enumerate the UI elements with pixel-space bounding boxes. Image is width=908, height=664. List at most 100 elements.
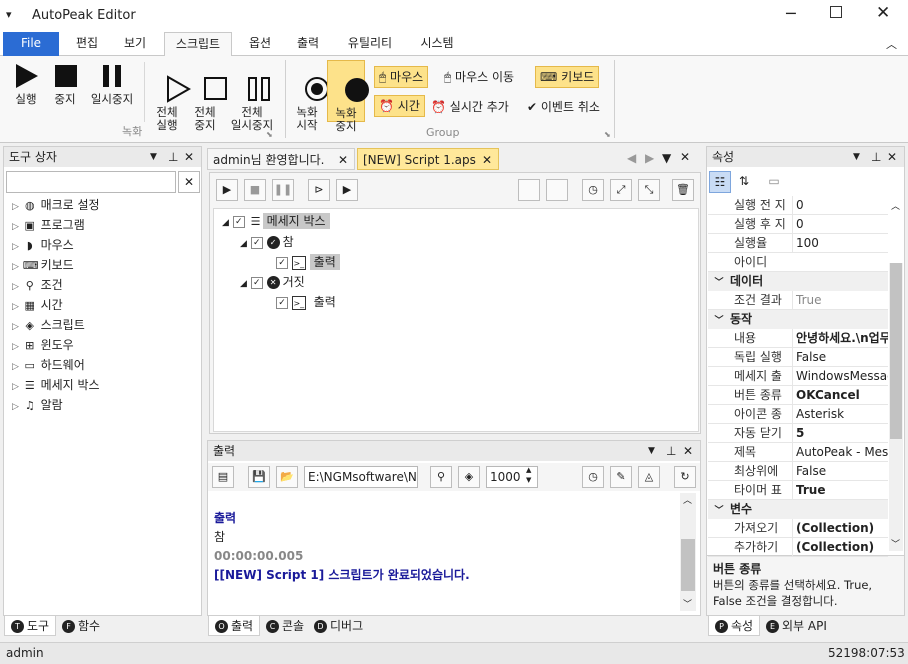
- maximize-button[interactable]: [830, 6, 842, 18]
- property-value[interactable]: WindowsMessage: [792, 367, 888, 386]
- tree-node-output-false[interactable]: ✓ >_ 출력: [276, 293, 340, 310]
- scroll-down-icon[interactable]: ﹀: [891, 537, 900, 550]
- refresh-button[interactable]: ↻: [674, 466, 696, 488]
- event-cancel-button[interactable]: ✔ 이벤트 취소: [527, 98, 600, 115]
- tab-options[interactable]: 옵션: [240, 32, 280, 56]
- close-icon[interactable]: ✕: [482, 149, 492, 171]
- minimize-button[interactable]: ─: [786, 4, 796, 23]
- property-category[interactable]: ﹀ 변수: [708, 500, 888, 519]
- mouse-move-toggle[interactable]: 🖱 마우스 이동: [444, 68, 514, 85]
- dialog-launcher-icon[interactable]: ⬊: [604, 130, 611, 139]
- checkbox[interactable]: ✓: [276, 256, 288, 269]
- property-row[interactable]: 독립 실행 False: [708, 348, 888, 367]
- time-toggle[interactable]: ⏰ 시간: [374, 95, 425, 117]
- expand-arrow-icon[interactable]: ▷: [12, 322, 19, 332]
- categorized-view-button[interactable]: ☷: [709, 171, 731, 193]
- record-stop-button[interactable]: 녹화 중지: [327, 60, 369, 133]
- property-row[interactable]: 자동 닫기 5: [708, 424, 888, 443]
- pin-icon[interactable]: ⊥: [168, 147, 178, 167]
- tab-functions[interactable]: F 함수: [56, 616, 106, 636]
- run-all-button[interactable]: 전체 실행: [148, 62, 191, 132]
- keyboard-toggle[interactable]: ⌨ 키보드: [535, 66, 600, 88]
- checkbox[interactable]: ✓: [232, 215, 245, 228]
- property-row[interactable]: 최상위에 False: [708, 462, 888, 481]
- toolbox-item[interactable]: ▷ ▭ 하드웨어: [12, 355, 85, 375]
- expand-arrow-icon[interactable]: ▷: [12, 342, 19, 352]
- toolbox-item[interactable]: ▷ ▣ 프로그램: [12, 215, 85, 235]
- toolbox-item[interactable]: ▷ ⌨ 키보드: [12, 255, 74, 275]
- scroll-up-icon[interactable]: ︿: [683, 493, 692, 506]
- property-value[interactable]: (Collection): [792, 519, 888, 538]
- fill-color-button[interactable]: ◬: [638, 466, 660, 488]
- property-value[interactable]: AutoPeak - Messa: [792, 443, 888, 462]
- tab-output-panel[interactable]: O 출력: [208, 616, 261, 636]
- property-row[interactable]: 타이머 표 True: [708, 481, 888, 500]
- toolbox-item[interactable]: ▷ ◍ 매크로 설정: [12, 195, 100, 215]
- scroll-thumb[interactable]: [681, 539, 695, 591]
- tree-node-true[interactable]: ◢ ✓ ✓ 참: [240, 233, 294, 250]
- collapse-arrow-icon[interactable]: ◢: [222, 218, 229, 228]
- tab-edit[interactable]: 편집: [66, 32, 108, 56]
- property-value[interactable]: 5: [792, 424, 888, 443]
- tab-debug[interactable]: D 디버그: [308, 616, 369, 636]
- toolbox-item[interactable]: ▷ ☰ 메세지 박스: [12, 375, 100, 395]
- properties-scrollbar[interactable]: [889, 263, 903, 551]
- realtime-add-button[interactable]: ⏰ 실시간 추가: [431, 98, 509, 115]
- tab-output[interactable]: 출력: [288, 32, 328, 56]
- pause-script-button[interactable]: ❚❚: [272, 179, 294, 201]
- property-row[interactable]: 내용 안녕하세요.\n업무: [708, 329, 888, 348]
- toolbox-item[interactable]: ▷ ♫ 알람: [12, 395, 63, 415]
- property-value[interactable]: True: [792, 291, 888, 310]
- property-row[interactable]: 아이디: [708, 253, 888, 272]
- pause-button[interactable]: 일시중지: [84, 62, 140, 106]
- collapse-arrow-icon[interactable]: ◢: [240, 239, 247, 249]
- tab-script-1[interactable]: [NEW] Script 1.aps ✕: [357, 148, 499, 170]
- pin-icon[interactable]: ⊥: [666, 441, 676, 461]
- delete-button[interactable]: 🗑: [672, 179, 694, 201]
- tab-external-api[interactable]: E 외부 API: [760, 616, 833, 636]
- tab-welcome[interactable]: admin님 환영합니다. ✕: [207, 148, 355, 170]
- run-button[interactable]: 실행: [6, 62, 46, 106]
- run-to-end-button[interactable]: ▶: [336, 179, 358, 201]
- property-row[interactable]: 가져오기 (Collection): [708, 519, 888, 538]
- property-value[interactable]: Asterisk: [792, 405, 888, 424]
- scroll-down-icon[interactable]: ﹀: [683, 597, 692, 610]
- stop-button[interactable]: 중지: [48, 62, 82, 106]
- property-value[interactable]: OKCancel: [792, 386, 888, 405]
- mouse-toggle[interactable]: 🖱 마우스: [374, 66, 429, 88]
- property-category[interactable]: ﹀ 데이터: [708, 272, 888, 291]
- property-row[interactable]: 버튼 종류 OKCancel: [708, 386, 888, 405]
- property-row[interactable]: 추가하기 (Collection): [708, 538, 888, 557]
- open-folder-button[interactable]: 📂: [276, 466, 298, 488]
- pin-icon[interactable]: ⊥: [871, 147, 881, 167]
- tab-properties[interactable]: P 속성: [708, 616, 761, 636]
- close-icon[interactable]: ✕: [683, 441, 693, 461]
- pause-all-button[interactable]: 전체 일시중지: [224, 62, 280, 132]
- erase-button[interactable]: ◈: [458, 466, 480, 488]
- system-menu-icon[interactable]: ▾: [6, 8, 12, 21]
- expand-arrow-icon[interactable]: ▷: [12, 402, 19, 412]
- scroll-left-icon[interactable]: ◀: [627, 151, 636, 165]
- toolbox-item[interactable]: ▷ ⊞ 윈도우: [12, 335, 74, 355]
- history-button[interactable]: ◷: [582, 179, 604, 201]
- expand-arrow-icon[interactable]: ▷: [12, 302, 19, 312]
- property-row[interactable]: 실행율 100: [708, 234, 888, 253]
- property-value[interactable]: 100: [792, 234, 888, 253]
- toolbox-item[interactable]: ▷ ⚲ 조건: [12, 275, 63, 295]
- stop-all-button[interactable]: 전체 중지: [186, 62, 227, 132]
- step-button[interactable]: ⊳: [308, 179, 330, 201]
- tab-view[interactable]: 보기: [114, 32, 156, 56]
- tab-list-icon[interactable]: ▼: [662, 151, 671, 165]
- dropdown-icon[interactable]: ▼: [648, 441, 655, 461]
- checkbox[interactable]: ✓: [250, 276, 263, 289]
- expand-arrow-icon[interactable]: ▷: [12, 202, 19, 212]
- property-row[interactable]: 실행 전 지 0: [708, 196, 888, 215]
- collapse-ribbon-icon[interactable]: ︿: [886, 36, 897, 52]
- expand-arrow-icon[interactable]: ▷: [12, 242, 19, 252]
- timestamp-button[interactable]: ◷: [582, 466, 604, 488]
- property-pages-button[interactable]: ▭: [763, 171, 785, 193]
- property-row[interactable]: 조건 결과 True: [708, 291, 888, 310]
- log-path-input[interactable]: E:\NGMsoftware\NG: [304, 466, 418, 488]
- clear-search-button[interactable]: ✕: [178, 171, 200, 193]
- scroll-up-icon[interactable]: ︿: [891, 199, 900, 212]
